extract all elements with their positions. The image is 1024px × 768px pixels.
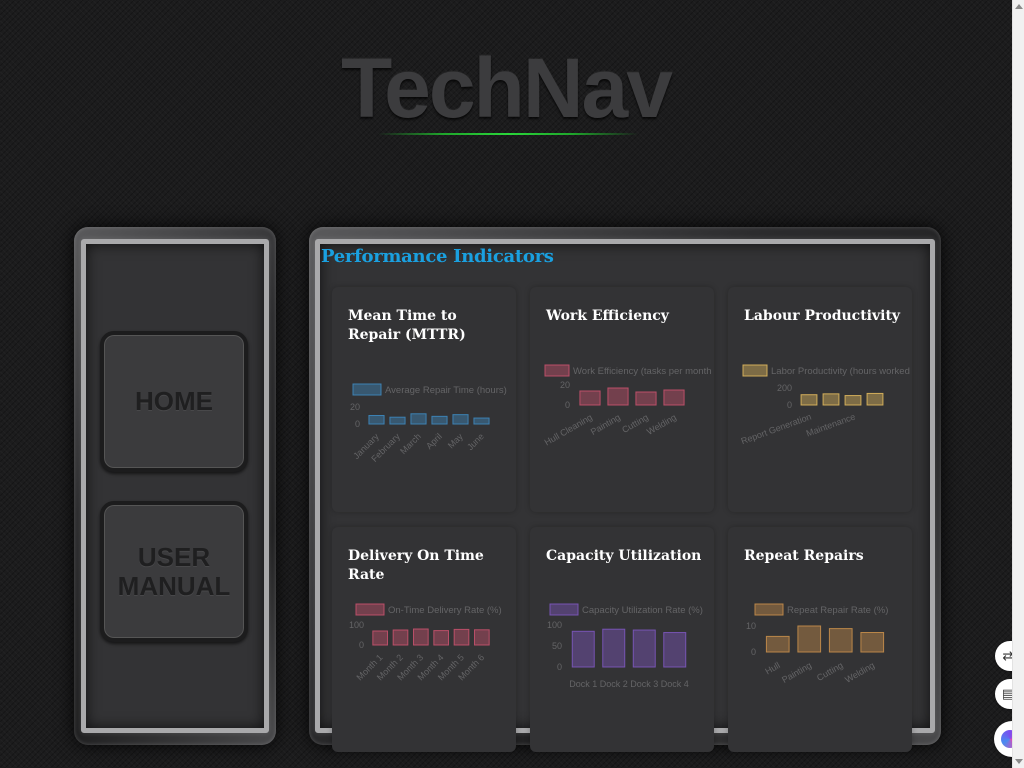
user-manual-button[interactable]: USER MANUAL — [100, 501, 248, 642]
legend-swatch — [355, 603, 385, 616]
bar — [368, 415, 385, 425]
nav-panel — [74, 227, 276, 745]
bar — [474, 629, 490, 646]
vertical-scrollbar[interactable] — [1012, 0, 1024, 768]
x-tick-label: Dock 2 — [600, 679, 628, 689]
y-tick-label: 200 — [777, 383, 792, 393]
x-tick-label: Report Generation — [740, 411, 813, 446]
x-tick-label: Cutting — [620, 412, 650, 435]
bar — [453, 628, 470, 646]
bar — [579, 390, 601, 406]
delivery-on-time-chart: On-Time Delivery Rate (%)0100Month 1Mont… — [349, 603, 502, 682]
x-tick-label: Painting — [780, 660, 813, 685]
legend-swatch — [352, 383, 382, 396]
x-tick-label: Welding — [843, 660, 876, 685]
legend-swatch — [544, 364, 570, 377]
y-tick-label: 0 — [355, 419, 360, 429]
y-tick-label: 10 — [746, 621, 756, 631]
mttr-chart: Average Repair Time (hours)020JanuaryFeb… — [350, 383, 507, 464]
bar — [822, 393, 840, 406]
bar — [607, 387, 629, 406]
bar — [765, 635, 790, 653]
bar — [635, 391, 657, 406]
y-tick-label: 20 — [560, 380, 570, 390]
scroll-down-arrow-icon[interactable] — [1015, 759, 1023, 764]
labour-productivity-chart: Labor Productivity (hours worked 0 200 Repo… — [740, 364, 910, 446]
bar — [410, 413, 427, 425]
bar — [632, 629, 656, 668]
kpi-card-delivery-on-time: Delivery On Time Rate On-Time Delivery R… — [332, 527, 516, 752]
legend-label: Work Efficiency (tasks per month — [573, 366, 712, 377]
x-tick-label: Dock 1 — [569, 679, 597, 689]
x-tick-label: Dock 4 — [661, 679, 689, 689]
legend-swatch — [754, 603, 784, 616]
logo-underline — [378, 133, 638, 135]
home-button[interactable]: HOME — [100, 331, 248, 472]
x-tick-label: March — [398, 431, 423, 456]
y-tick-label: 0 — [787, 400, 792, 410]
section-title: Performance Indicators — [321, 246, 554, 267]
kpi-card-repeat-repairs: Repeat Repairs Repeat Repair Rate (%) 0 10… — [728, 527, 912, 752]
y-tick-label: 20 — [350, 402, 360, 412]
x-tick-label: Hull — [763, 660, 781, 676]
x-tick-label: Maintenance — [805, 411, 857, 438]
legend-label: Capacity Utilization Rate (%) — [582, 605, 703, 616]
y-tick-label: 0 — [359, 640, 364, 650]
x-tick-label: Welding — [645, 412, 678, 437]
bar — [828, 628, 853, 653]
legend-label: Labor Productivity (hours worked — [771, 366, 910, 377]
bar — [413, 628, 429, 646]
x-tick-label: June — [465, 431, 486, 452]
capacity-utilization-chart: Capacity Utilization Rate (%) 0 50 100 Dock … — [547, 603, 703, 689]
bar — [433, 630, 449, 646]
x-tick-label: Cutting — [815, 660, 845, 683]
y-tick-label: 100 — [349, 620, 364, 630]
bar — [602, 628, 626, 668]
nav-panel-inner — [81, 239, 269, 733]
x-tick-label: May — [446, 431, 465, 450]
bar — [452, 414, 469, 425]
scroll-up-arrow-icon[interactable] — [1015, 4, 1023, 9]
kpi-card-capacity-utilization: Capacity Utilization Capacity Utilizatio… — [530, 527, 714, 752]
x-tick-label: Hull Cleaning — [543, 412, 594, 447]
legend-label: On-Time Delivery Rate (%) — [388, 605, 502, 616]
y-tick-label: 50 — [552, 641, 562, 651]
bar — [372, 630, 388, 646]
bar — [844, 395, 862, 406]
legend-swatch — [742, 364, 768, 377]
y-tick-label: 0 — [565, 400, 570, 410]
work-efficiency-chart: Work Efficiency (tasks per month 0 20 Hull … — [543, 364, 712, 447]
x-tick-label: Painting — [589, 412, 622, 437]
bar — [860, 632, 885, 653]
y-tick-label: 0 — [751, 647, 756, 657]
kpi-card-labour-productivity: Labour Productivity Labor Productivity (… — [728, 287, 912, 512]
y-tick-label: 100 — [547, 620, 562, 630]
app-logo: TechNav — [341, 41, 673, 135]
legend-label: Repeat Repair Rate (%) — [787, 605, 888, 616]
legend-swatch — [549, 603, 579, 616]
bar — [797, 625, 822, 653]
x-tick-label: April — [424, 431, 444, 451]
bar — [389, 416, 406, 425]
y-tick-label: 0 — [557, 662, 562, 672]
bar — [800, 394, 818, 406]
bar — [431, 415, 448, 425]
bar — [473, 417, 490, 425]
bar — [663, 632, 687, 668]
repeat-repairs-chart: Repeat Repair Rate (%) 0 10 HullPainting Cut… — [746, 603, 888, 685]
bar — [392, 629, 409, 646]
x-tick-label: Dock 3 — [630, 679, 658, 689]
kpi-card-mttr: Mean Time to Repair (MTTR) Average Repai… — [332, 287, 516, 512]
bar — [663, 389, 685, 406]
legend-label: Average Repair Time (hours) — [385, 385, 507, 396]
bar — [866, 392, 884, 406]
bar — [571, 630, 595, 668]
kpi-card-work-efficiency: Work Efficiency Work Efficiency (tasks p… — [530, 287, 714, 512]
